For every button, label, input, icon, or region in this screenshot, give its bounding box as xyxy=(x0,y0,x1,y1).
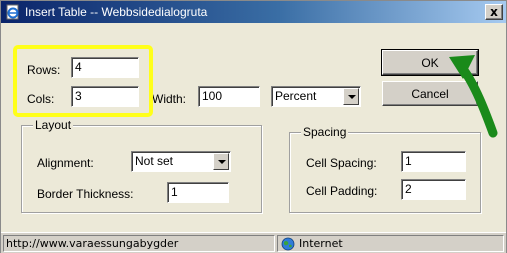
width-unit-value: Percent xyxy=(275,89,317,103)
border-thickness-label: Border Thickness: xyxy=(37,187,134,201)
border-thickness-input[interactable]: 1 xyxy=(167,182,229,203)
zone-label: Internet xyxy=(299,237,343,250)
window-title: Insert Table -- Webbsidedialogruta xyxy=(25,5,208,19)
alignment-label: Alignment: xyxy=(37,156,94,170)
green-arrow-icon xyxy=(449,55,498,138)
security-zone: Internet xyxy=(277,235,504,252)
width-label: Width: xyxy=(152,92,187,106)
layout-legend: Layout xyxy=(33,118,74,132)
cell-padding-label: Cell Padding: xyxy=(306,184,378,198)
status-url: http://www.varaessungabygder xyxy=(3,235,275,252)
alignment-value: Not set xyxy=(135,154,174,168)
width-unit-select[interactable]: Percent xyxy=(271,86,361,107)
cell-spacing-label: Cell Spacing: xyxy=(306,156,377,170)
width-input[interactable]: 100 xyxy=(198,86,260,107)
cell-padding-input[interactable]: 2 xyxy=(401,179,466,200)
title-bar[interactable]: Insert Table -- Webbsidedialogruta x xyxy=(1,1,506,23)
alignment-select[interactable]: Not set xyxy=(131,151,231,172)
insert-table-dialog: Insert Table -- Webbsidedialogruta x Row… xyxy=(0,0,507,253)
spacing-legend: Spacing xyxy=(301,125,349,139)
chevron-down-icon[interactable] xyxy=(213,153,229,170)
spacing-group xyxy=(289,132,481,213)
chevron-down-icon[interactable] xyxy=(343,88,359,105)
ie-page-icon xyxy=(6,4,19,20)
status-bar: http://www.varaessungabygder Internet xyxy=(1,232,506,253)
cell-spacing-input[interactable]: 1 xyxy=(401,151,466,172)
close-button[interactable]: x xyxy=(485,4,503,20)
globe-icon xyxy=(281,237,295,251)
highlight-box xyxy=(13,45,153,117)
